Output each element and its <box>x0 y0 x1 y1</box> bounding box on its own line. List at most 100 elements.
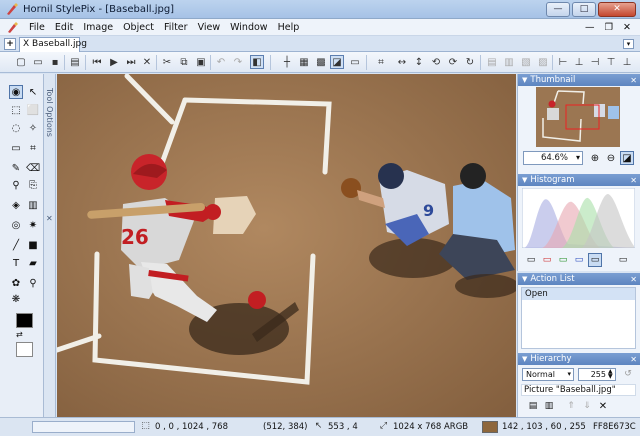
thumbnail-preview[interactable] <box>536 87 620 147</box>
new-tab-button[interactable]: + <box>4 38 16 50</box>
histogram-header[interactable]: ▼ Histogram ✕ <box>518 174 640 186</box>
text-tool-icon[interactable]: T <box>9 256 23 270</box>
crop-tool-icon[interactable]: ⌗ <box>26 141 40 155</box>
menu-window[interactable]: Window <box>225 22 272 33</box>
first-frame-icon[interactable]: ⏮ <box>90 55 104 69</box>
histogram-close-icon[interactable]: ✕ <box>630 176 637 185</box>
screen-mode-icon[interactable]: ▭ <box>348 55 362 69</box>
shape-tool-icon[interactable]: ■ <box>26 238 40 252</box>
flip-vertical-icon[interactable]: ↕ <box>412 55 426 69</box>
move-up-icon[interactable]: ⇑ <box>564 399 578 413</box>
save-file-icon[interactable]: ▪ <box>48 55 62 69</box>
thumbnail-close-icon[interactable]: ✕ <box>630 76 637 85</box>
palette-icon[interactable]: ❋ <box>9 292 23 306</box>
undo-icon[interactable]: ↶ <box>214 55 228 69</box>
zoom-tool-icon[interactable]: ⚲ <box>26 276 40 290</box>
histogram-refresh-icon[interactable]: ▭ <box>616 253 630 267</box>
eraser-icon[interactable]: ⌫ <box>26 161 40 175</box>
close-button[interactable]: ✕ <box>598 1 636 17</box>
doc-close-button[interactable]: ✕ <box>618 22 636 33</box>
list-item[interactable]: Open <box>522 288 635 300</box>
foreground-color-swatch[interactable] <box>16 313 33 328</box>
opacity-stepper[interactable]: ▲ ▼ <box>608 369 613 380</box>
collapse-arrow-icon[interactable]: ▼ <box>522 176 527 184</box>
action-list-header[interactable]: ▼ Action List ✕ <box>518 273 640 285</box>
magic-wand-icon[interactable]: ✧ <box>26 121 40 135</box>
view-tool-icon[interactable]: ◉ <box>9 85 23 99</box>
align-left-icon[interactable]: ⊢ <box>556 55 570 69</box>
align-center-icon[interactable]: ⊥ <box>572 55 586 69</box>
rotate-right-icon[interactable]: ⟳ <box>446 55 460 69</box>
channel-rgb-icon[interactable]: ▭ <box>524 253 538 267</box>
crop-icon[interactable]: ⌗ <box>374 55 388 69</box>
align-top-icon[interactable]: ⊤ <box>604 55 618 69</box>
flip-horizontal-icon[interactable]: ↔ <box>395 55 409 69</box>
tool-options-collapsed[interactable]: Tool Options ✕ <box>44 74 56 417</box>
hierarchy-close-icon[interactable]: ✕ <box>630 355 637 364</box>
duplicate-layer-icon[interactable]: ▥ <box>542 399 556 413</box>
rect-select-icon[interactable]: ⬜ <box>26 103 40 117</box>
align-right-icon[interactable]: ⊣ <box>588 55 602 69</box>
brush-icon[interactable]: ✎ <box>9 161 23 175</box>
open-file-icon[interactable]: ▭ <box>31 55 45 69</box>
merge-icon[interactable]: ▤ <box>485 55 499 69</box>
align-bottom-icon[interactable]: ⊥ <box>620 55 634 69</box>
redo-icon[interactable]: ↷ <box>231 55 245 69</box>
free-transform-icon[interactable]: ⬚ <box>9 103 23 117</box>
layer-down-icon[interactable]: ▧ <box>519 55 533 69</box>
background-color-swatch[interactable] <box>16 342 33 357</box>
cut-icon[interactable]: ✂ <box>160 55 174 69</box>
copy-icon[interactable]: ⧉ <box>177 55 191 69</box>
menu-help[interactable]: Help <box>273 22 305 33</box>
tab-list-button[interactable]: ▾ <box>623 39 634 49</box>
maximize-button[interactable]: □ <box>572 1 596 17</box>
channel-green-icon[interactable]: ▭ <box>556 253 570 267</box>
marquee-icon[interactable]: ▭ <box>9 141 23 155</box>
menu-edit[interactable]: Edit <box>50 22 78 33</box>
menu-view[interactable]: View <box>193 22 226 33</box>
new-layer-icon[interactable]: ▤ <box>526 399 540 413</box>
zoom-in-icon[interactable]: ⊕ <box>588 151 602 165</box>
collapse-arrow-icon[interactable]: ▼ <box>522 275 527 283</box>
channel-blue-icon[interactable]: ▭ <box>572 253 586 267</box>
tool-options-close-icon[interactable]: ✕ <box>46 214 53 223</box>
grid-icon[interactable]: ▦ <box>297 55 311 69</box>
action-list-close-icon[interactable]: ✕ <box>630 275 637 284</box>
image-canvas[interactable]: 26 9 <box>57 74 516 417</box>
panel-toggle-icon[interactable]: ◧ <box>250 55 264 69</box>
line-tool-icon[interactable]: ╱ <box>9 238 23 252</box>
doc-restore-button[interactable]: ❐ <box>600 22 619 33</box>
play-icon[interactable]: ▶ <box>107 55 121 69</box>
rotate-left-icon[interactable]: ⟲ <box>429 55 443 69</box>
fit-to-window-icon[interactable]: ◪ <box>620 151 634 165</box>
move-down-icon[interactable]: ⇓ <box>580 399 594 413</box>
thumbnail-header[interactable]: ▼ Thumbnail ✕ <box>518 74 640 86</box>
collapse-arrow-icon[interactable]: ▼ <box>522 76 527 84</box>
document-menu-icon[interactable] <box>6 21 20 33</box>
new-file-icon[interactable]: ▢ <box>14 55 28 69</box>
eyedropper-icon[interactable]: ⚲ <box>9 178 23 192</box>
gradient-icon[interactable]: ▥ <box>26 198 40 212</box>
clone-stamp-icon[interactable]: ⎘ <box>26 178 40 192</box>
print-icon[interactable]: ▤ <box>68 55 82 69</box>
minimize-button[interactable]: — <box>546 1 570 17</box>
zoom-out-icon[interactable]: ⊖ <box>604 151 618 165</box>
reset-icon[interactable]: ↺ <box>621 367 635 381</box>
last-frame-icon[interactable]: ⏭ <box>124 55 138 69</box>
image-object-icon[interactable]: ▰ <box>26 256 40 270</box>
layer-copy-icon[interactable]: ▨ <box>536 55 550 69</box>
blend-mode-select[interactable]: Normal ▾ <box>522 368 574 381</box>
channel-alpha-icon[interactable]: ▭ <box>588 253 602 267</box>
fill-bucket-icon[interactable]: ◈ <box>9 198 23 212</box>
grid-snap-icon[interactable]: ┼ <box>280 55 294 69</box>
collapse-arrow-icon[interactable]: ▼ <box>522 355 527 363</box>
channel-red-icon[interactable]: ▭ <box>540 253 554 267</box>
hierarchy-list-item[interactable]: Picture "Baseball.jpg" <box>521 384 636 396</box>
transparency-grid-icon[interactable]: ▩ <box>314 55 328 69</box>
close-image-icon[interactable]: ✕ <box>140 55 154 69</box>
lasso-icon[interactable]: ◌ <box>9 121 23 135</box>
hierarchy-header[interactable]: ▼ Hierarchy ✕ <box>518 353 640 365</box>
zoom-dropdown-button[interactable]: ▾ <box>573 152 583 164</box>
pointer-tool-icon[interactable]: ↖ <box>26 85 40 99</box>
rotate-icon[interactable]: ↻ <box>463 55 477 69</box>
